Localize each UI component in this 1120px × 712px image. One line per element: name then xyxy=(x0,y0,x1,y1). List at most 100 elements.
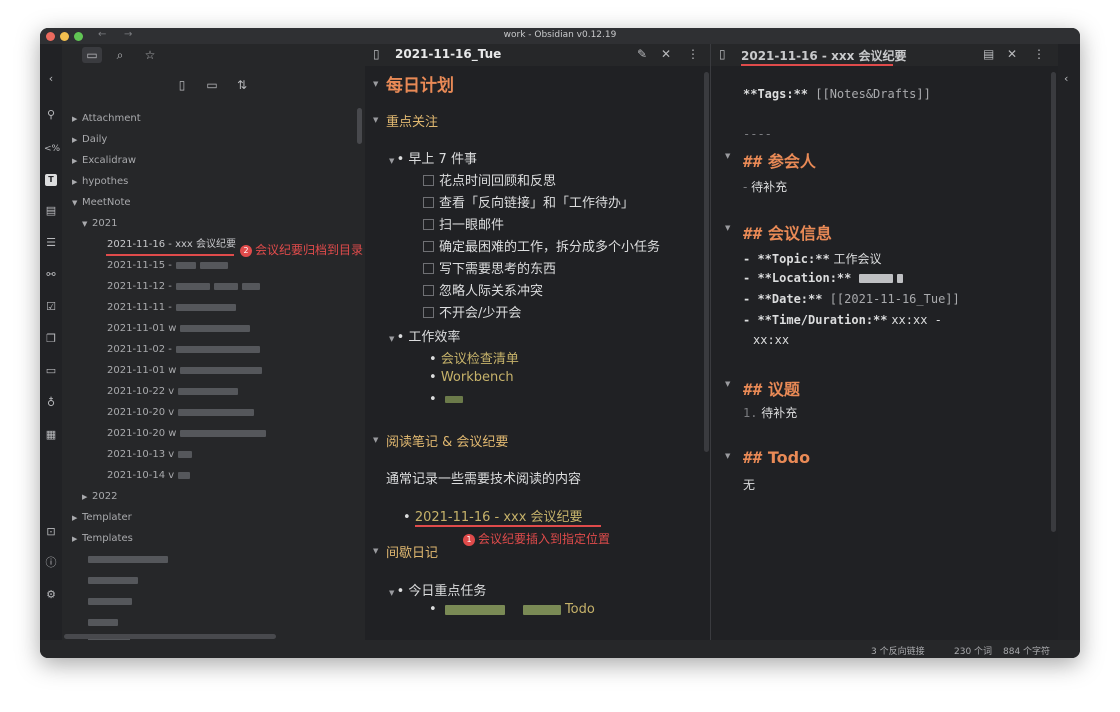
sidebar-scrollbar[interactable] xyxy=(357,108,362,144)
tree-file[interactable]: 2021-11-12 - xyxy=(107,278,260,296)
backlinks-count[interactable]: 3 个反向链接 xyxy=(871,644,925,657)
tree-item-blurred[interactable] xyxy=(84,614,118,632)
tree-file[interactable]: 2021-11-02 - xyxy=(107,341,260,359)
task-item[interactable]: 确定最困难的工作，拆分成多个小任务 xyxy=(423,236,660,255)
tree-file[interactable]: 2021-10-13 v xyxy=(107,446,193,464)
markdown-icon[interactable]: <% xyxy=(44,142,60,156)
editor-scrollbar[interactable] xyxy=(704,72,709,452)
tree-folder-daily[interactable]: ▶ Daily xyxy=(72,131,107,149)
preview-scrollbar[interactable] xyxy=(1051,72,1056,532)
fold-arrow-icon[interactable]: ▼ xyxy=(725,380,730,388)
tree-folder-attachment[interactable]: ▶ Attachment xyxy=(72,110,141,128)
expand-right-sidebar-icon[interactable]: ‹ xyxy=(1064,72,1068,85)
tree-file[interactable]: 2021-10-22 v xyxy=(107,383,239,401)
preview-tab-title[interactable]: 2021-11-16 - xxx 会议纪要 xyxy=(741,47,907,64)
help-icon[interactable]: ⓘ xyxy=(44,556,58,570)
task-item[interactable]: 写下需要思考的东西 xyxy=(423,258,556,277)
blurred-text xyxy=(178,471,191,479)
checkbox[interactable] xyxy=(423,307,434,318)
task-item[interactable]: 扫一眼邮件 xyxy=(423,214,504,233)
copy-icon[interactable]: ❐ xyxy=(44,332,58,346)
search-tab-icon[interactable]: ⌕ xyxy=(110,47,130,63)
fold-arrow-icon[interactable]: ▼ xyxy=(373,80,378,88)
tree-item-blurred[interactable] xyxy=(84,551,168,569)
new-folder-icon[interactable]: ▭ xyxy=(202,77,222,93)
checkbox[interactable] xyxy=(423,219,434,230)
tree-item-blurred[interactable] xyxy=(84,593,132,611)
folder-tab-icon[interactable]: ▭ xyxy=(82,47,102,63)
kanban-icon[interactable]: ▤ xyxy=(44,204,58,218)
list-link[interactable]: • Workbench xyxy=(429,370,514,385)
blurred-text xyxy=(88,597,132,605)
horizontal-rule: ---- xyxy=(743,127,772,141)
more-options-icon[interactable]: ⋮ xyxy=(1033,47,1045,61)
task-item[interactable]: 花点时间回顾和反思 xyxy=(423,170,556,189)
settings-icon[interactable]: ⚙ xyxy=(44,588,58,602)
tree-folder-2022[interactable]: ▶ 2022 xyxy=(82,488,117,506)
tree-file[interactable]: 2021-11-01 w xyxy=(107,362,263,380)
task-item[interactable]: 不开会/少开会 xyxy=(423,302,521,321)
tree-file[interactable]: 2021-11-11 - xyxy=(107,299,236,317)
list-link[interactable]: • 会议检查清单 xyxy=(429,348,519,367)
editor-header: ▯ 2021-11-16_Tue ✎ ✕ ⋮ xyxy=(365,44,710,66)
tree-file[interactable]: 2021-10-20 v xyxy=(107,404,255,422)
checkbox[interactable] xyxy=(423,197,434,208)
tree-folder-templater[interactable]: ▶ Templater xyxy=(72,509,132,527)
mindmap-icon[interactable]: ⚯ xyxy=(44,268,58,282)
annotation-insert: 1 会议纪要插入到指定位置 xyxy=(463,530,610,547)
close-pane-icon[interactable]: ✕ xyxy=(661,47,671,61)
annotation-archive: 2 会议纪要归档到目录 xyxy=(240,241,363,258)
fold-arrow-icon[interactable]: ▼ xyxy=(373,436,378,444)
tree-file[interactable]: 2021-10-14 v xyxy=(107,467,191,485)
tree-folder-meetnote[interactable]: ▼ MeetNote xyxy=(72,194,131,212)
fold-arrow-icon[interactable]: ▼ xyxy=(389,157,397,165)
fold-arrow-icon[interactable]: ▼ xyxy=(373,547,378,555)
tree-folder-templates[interactable]: ▶ Templates xyxy=(72,530,133,548)
ribbon: ‹ ⚲ <% T ▤ ☰ ⚯ ☑ ❐ ▭ ♁ ▦ ⊡ ⓘ ⚙ xyxy=(40,44,62,640)
checkbox[interactable] xyxy=(423,241,434,252)
checkbox[interactable] xyxy=(423,175,434,186)
fold-arrow-icon[interactable]: ▼ xyxy=(725,224,730,232)
file-icon: ▯ xyxy=(373,47,380,61)
templater-icon[interactable]: T xyxy=(45,174,57,186)
todo-content: 无 xyxy=(743,478,756,492)
starred-tab-icon[interactable]: ☆ xyxy=(140,47,160,63)
checkbox[interactable] xyxy=(423,263,434,274)
fold-arrow-icon[interactable]: ▼ xyxy=(389,589,397,597)
tree-item-blurred[interactable] xyxy=(84,572,138,590)
sort-icon[interactable]: ⇅ xyxy=(232,77,252,93)
highlight-underline xyxy=(741,64,893,66)
fold-arrow-icon[interactable]: ▼ xyxy=(725,452,730,460)
tree-file[interactable]: 2021-11-01 w xyxy=(107,320,251,338)
list-link-meeting[interactable]: • 2021-11-16 - xxx 会议纪要 xyxy=(403,506,583,525)
calendar-icon[interactable]: ☑ xyxy=(44,300,58,314)
outline-icon[interactable]: ☰ xyxy=(44,236,58,250)
checkbox[interactable] xyxy=(423,285,434,296)
fold-arrow-icon[interactable]: ▼ xyxy=(389,335,397,343)
editor-tab-title[interactable]: 2021-11-16_Tue xyxy=(395,47,501,61)
new-note-icon[interactable]: ▯ xyxy=(172,77,192,93)
graph-icon[interactable]: ⚲ xyxy=(44,108,58,122)
vault-icon[interactable]: ⊡ xyxy=(44,525,58,539)
task-item[interactable]: 忽略人际关系冲突 xyxy=(423,280,543,299)
table-icon[interactable]: ▦ xyxy=(44,428,58,442)
tree-folder-excalidraw[interactable]: ▶ Excalidraw xyxy=(72,152,136,170)
slides-icon[interactable]: ▭ xyxy=(44,364,58,378)
edit-pencil-icon[interactable]: ✎ xyxy=(637,47,647,61)
collapse-sidebar-icon[interactable]: ‹ xyxy=(44,72,58,86)
tree-file-active[interactable]: 2021-11-16 - xxx 会议纪要 xyxy=(107,236,236,254)
tree-folder-2021[interactable]: ▼ 2021 xyxy=(82,215,117,233)
reading-view-icon[interactable]: ▤ xyxy=(983,47,994,61)
fold-arrow-icon[interactable]: ▼ xyxy=(725,152,730,160)
tree-folder-hypothes[interactable]: ▶ hypothes xyxy=(72,173,128,191)
caret-right-icon: ▶ xyxy=(72,535,78,543)
task-item[interactable]: 查看「反向链接」和「工作待办」 xyxy=(423,192,634,211)
list-item-blurred: • xyxy=(429,392,463,407)
sidebar-horizontal-scrollbar[interactable] xyxy=(64,634,276,639)
tree-file[interactable]: 2021-10-20 w xyxy=(107,425,267,443)
audio-icon[interactable]: ♁ xyxy=(44,396,58,410)
fold-arrow-icon[interactable]: ▼ xyxy=(373,116,378,124)
close-pane-icon[interactable]: ✕ xyxy=(1007,47,1017,61)
more-options-icon[interactable]: ⋮ xyxy=(687,47,699,61)
tree-file[interactable]: 2021-11-15 - xyxy=(107,257,228,275)
